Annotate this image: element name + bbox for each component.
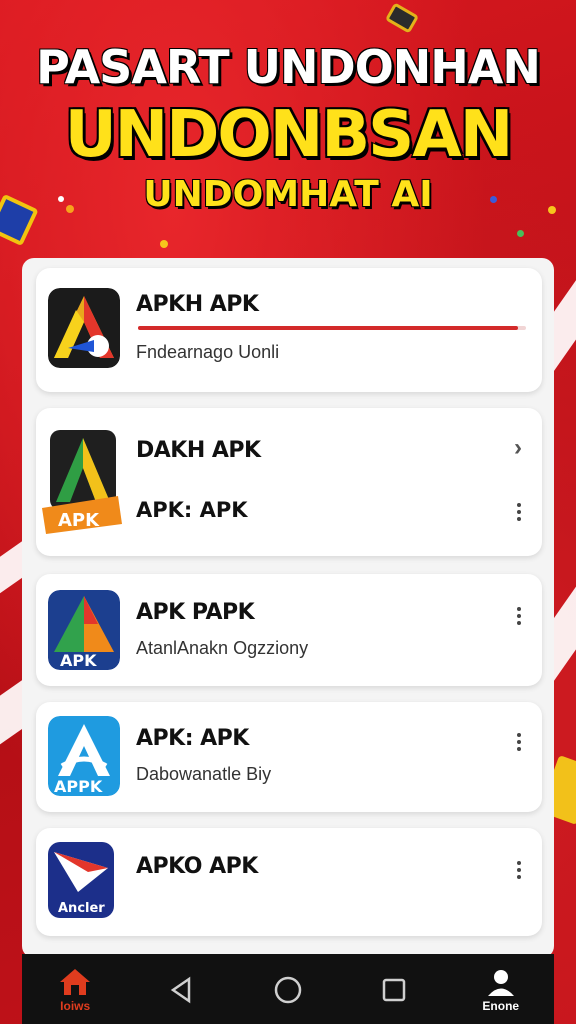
apk-a-icon-light: APPK bbox=[48, 716, 120, 796]
app-subtitle: APK: APK bbox=[136, 498, 248, 522]
headline-line-2: UNDONBSAN bbox=[64, 98, 514, 172]
app-card[interactable]: APK DAKH APK › APK: APK bbox=[36, 408, 542, 556]
apk-a-icon-blue: APK bbox=[48, 590, 120, 670]
app-card[interactable]: APPK APK: APK Dabowanatle Biy bbox=[36, 702, 542, 812]
headline-line-1: PASART UNDONHAN bbox=[36, 40, 541, 94]
nav-profile-label: Enone bbox=[482, 999, 520, 1013]
decor-cube bbox=[384, 2, 420, 34]
download-progress-bar bbox=[138, 326, 526, 330]
apk-a-icon-badge: APK bbox=[42, 430, 124, 534]
nav-home-circle[interactable] bbox=[253, 959, 323, 1019]
app-subtitle: Fndearnago Uonli bbox=[136, 342, 280, 362]
app-card[interactable]: Ancler APKO APK bbox=[36, 828, 542, 936]
app-subtitle: Dabowanatle Biy bbox=[136, 764, 272, 784]
app-title: APK PAPK bbox=[136, 600, 255, 625]
recents-square-icon bbox=[383, 978, 406, 1002]
nav-back[interactable] bbox=[147, 959, 217, 1019]
apk-badge-text: APPK bbox=[54, 777, 103, 796]
app-card[interactable]: APK APK PAPK AtanlAnakn Ogzziony bbox=[36, 574, 542, 686]
more-options-icon[interactable] bbox=[514, 500, 524, 524]
bottom-navigation-bar: Ioiws Enone bbox=[22, 954, 554, 1024]
apk-badge-text: APK bbox=[60, 651, 97, 670]
download-progress-fill bbox=[138, 326, 519, 330]
nav-profile[interactable]: Enone bbox=[466, 959, 536, 1019]
apk-arrow-icon: Ancler bbox=[48, 842, 114, 918]
home-icon bbox=[60, 969, 91, 995]
apk-badge-text: APK bbox=[58, 510, 100, 531]
profile-icon bbox=[487, 970, 514, 996]
nav-recents[interactable] bbox=[359, 959, 429, 1019]
more-options-icon[interactable] bbox=[514, 730, 524, 754]
chevron-right-icon[interactable]: › bbox=[514, 434, 522, 462]
nav-home-label: Ioiws bbox=[60, 999, 91, 1013]
app-subtitle: AtanlAnakn Ogzziony bbox=[136, 638, 309, 658]
app-title: APKH APK bbox=[136, 292, 259, 317]
app-title: APKO APK bbox=[136, 854, 258, 879]
nav-home[interactable]: Ioiws bbox=[40, 959, 110, 1019]
app-card[interactable]: APKH APK Fndearnago Uonli bbox=[36, 268, 542, 392]
home-circle-icon bbox=[274, 976, 302, 1004]
app-title: APK: APK bbox=[136, 726, 249, 751]
confetti bbox=[160, 240, 168, 248]
app-list-panel: APKH APK Fndearnago Uonli APK DAKH APK ›… bbox=[22, 258, 554, 958]
apk-a-icon-dark bbox=[48, 288, 120, 368]
confetti bbox=[517, 230, 524, 237]
more-options-icon[interactable] bbox=[514, 858, 524, 882]
apk-badge-text: Ancler bbox=[58, 901, 105, 916]
more-options-icon[interactable] bbox=[514, 604, 524, 628]
headline-line-3: UNDOMHAT AI bbox=[143, 174, 433, 215]
back-triangle-icon bbox=[170, 976, 190, 1004]
app-title: DAKH APK bbox=[136, 438, 261, 463]
headline: PASART UNDONHAN UNDONBSAN UNDOMHAT AI bbox=[0, 40, 576, 215]
